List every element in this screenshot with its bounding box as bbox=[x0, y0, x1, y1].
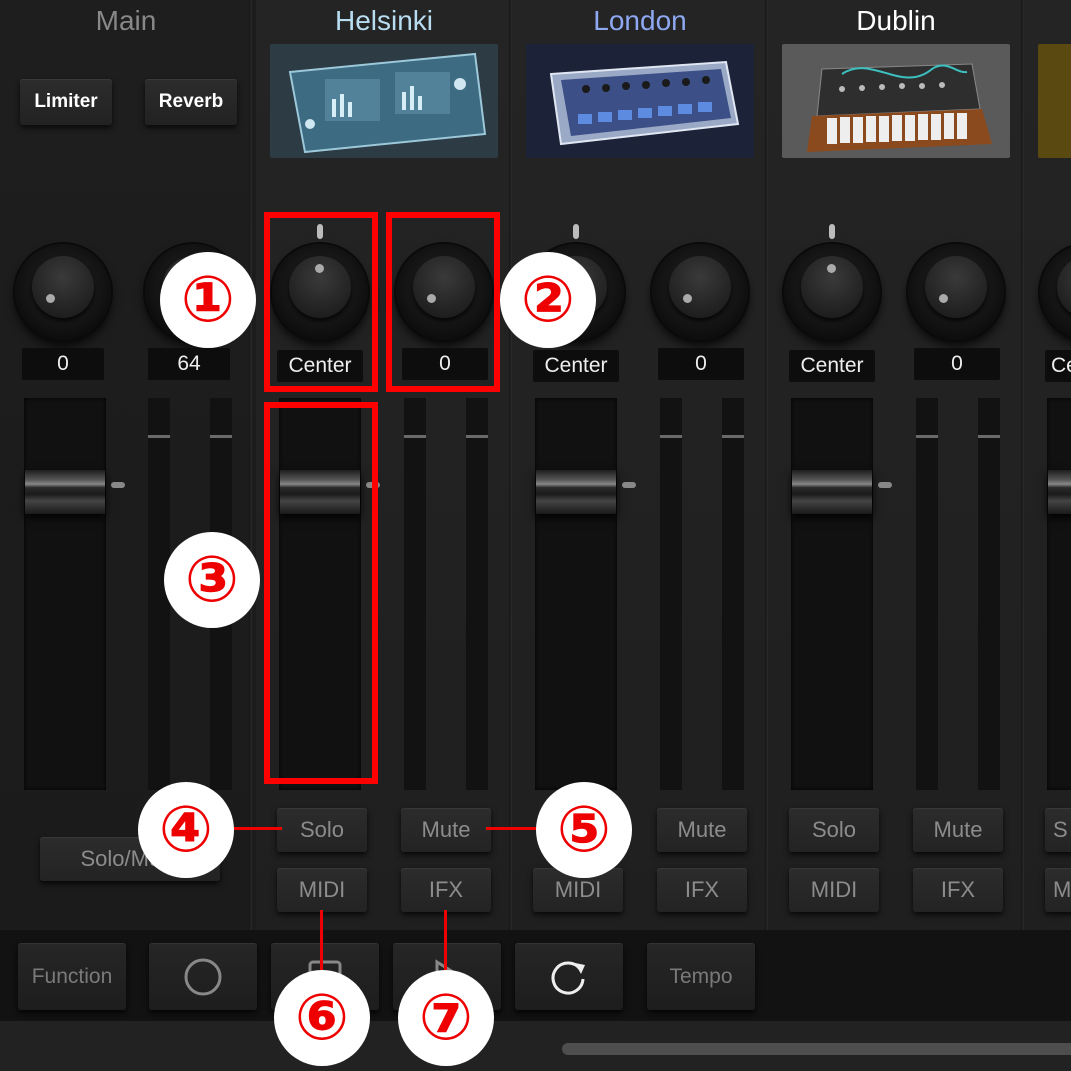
midi-button[interactable]: MIDI bbox=[277, 868, 367, 912]
main-knob-1[interactable] bbox=[15, 244, 111, 340]
volume-fader-handle[interactable] bbox=[792, 470, 872, 514]
solo-button[interactable]: Solo bbox=[277, 808, 367, 852]
pan-center-tick bbox=[829, 224, 835, 239]
solo-button[interactable]: S bbox=[1045, 808, 1071, 852]
analog-keyboard-synth-icon[interactable] bbox=[782, 44, 1010, 158]
record-button[interactable] bbox=[149, 943, 257, 1010]
drum-machine-blue-icon[interactable] bbox=[526, 44, 754, 158]
loop-refresh-icon bbox=[551, 961, 585, 995]
level-meter-right bbox=[466, 398, 488, 790]
solo-button[interactable]: Solo bbox=[789, 808, 879, 852]
volume-fader-track[interactable] bbox=[535, 398, 617, 790]
fader-level-mark bbox=[878, 482, 892, 488]
main-knob-1-value: 0 bbox=[22, 348, 104, 380]
send-value: 0 bbox=[658, 348, 744, 380]
ifx-button[interactable]: IFX bbox=[401, 868, 491, 912]
level-meter-left bbox=[404, 398, 426, 790]
main-fader-track[interactable] bbox=[24, 398, 106, 790]
mute-button[interactable]: Mute bbox=[913, 808, 1003, 852]
leader-line-6 bbox=[320, 910, 323, 970]
strip-title: London bbox=[593, 5, 687, 36]
highlight-send-knob bbox=[386, 212, 500, 392]
volume-fader-handle[interactable] bbox=[1048, 470, 1071, 514]
leader-line-5 bbox=[486, 827, 538, 830]
ifx-button[interactable]: IFX bbox=[657, 868, 747, 912]
knob-indicator bbox=[939, 294, 948, 303]
send-knob[interactable] bbox=[652, 244, 748, 340]
transport-bar: Function Tempo bbox=[0, 930, 1071, 1021]
knob-indicator bbox=[683, 294, 692, 303]
strip-london: London Center 0 Mute MIDI IFX bbox=[512, 0, 768, 930]
leader-line-7 bbox=[444, 910, 447, 970]
knob-indicator bbox=[46, 294, 55, 303]
callout-4: ④ bbox=[138, 782, 234, 878]
mute-button[interactable]: Mute bbox=[657, 808, 747, 852]
callout-3: ③ bbox=[164, 532, 260, 628]
callout-1: ① bbox=[160, 252, 256, 348]
send-value: 0 bbox=[914, 348, 1000, 380]
highlight-pan-knob bbox=[264, 212, 378, 392]
main-title: Main bbox=[95, 5, 157, 36]
ifx-button[interactable]: IFX bbox=[913, 868, 1003, 912]
limiter-button[interactable]: Limiter bbox=[20, 79, 112, 125]
midi-button[interactable]: MIDI bbox=[789, 868, 879, 912]
strip-partial: Ce S M bbox=[1024, 0, 1071, 930]
volume-fader-handle[interactable] bbox=[536, 470, 616, 514]
function-button[interactable]: Function bbox=[18, 943, 126, 1010]
pan-value: Center bbox=[789, 350, 875, 382]
callout-2: ② bbox=[500, 252, 596, 348]
callout-6: ⑥ bbox=[274, 970, 370, 1066]
loop-button[interactable] bbox=[515, 943, 623, 1010]
reverb-button[interactable]: Reverb bbox=[145, 79, 237, 125]
fader-level-mark bbox=[111, 482, 125, 488]
pan-knob[interactable] bbox=[1040, 244, 1071, 340]
knob-indicator bbox=[827, 264, 836, 273]
horizontal-scrollbar[interactable] bbox=[562, 1043, 1071, 1055]
yellow-instrument-partial-icon[interactable] bbox=[1038, 44, 1071, 158]
midi-button[interactable]: M bbox=[1045, 868, 1071, 912]
record-circle-icon bbox=[184, 958, 222, 995]
fader-level-mark bbox=[622, 482, 636, 488]
pan-knob[interactable] bbox=[784, 244, 880, 340]
highlight-volume-fader bbox=[264, 402, 378, 784]
level-meter-left bbox=[660, 398, 682, 790]
send-knob[interactable] bbox=[908, 244, 1004, 340]
tempo-button[interactable]: Tempo bbox=[647, 943, 755, 1010]
synth-panel-glass-icon[interactable] bbox=[270, 44, 498, 158]
callout-5: ⑤ bbox=[536, 782, 632, 878]
level-meter-right bbox=[978, 398, 1000, 790]
pan-value: Center bbox=[533, 350, 619, 382]
main-knob-2-value: 64 bbox=[148, 348, 230, 380]
callout-7: ⑦ bbox=[398, 970, 494, 1066]
pan-value: Ce bbox=[1045, 350, 1071, 382]
strip-title: Helsinki bbox=[334, 5, 434, 36]
strip-dublin: Dublin Center 0 Solo Mute MIDI IFX bbox=[768, 0, 1024, 930]
level-meter-left bbox=[916, 398, 938, 790]
volume-fader-track[interactable] bbox=[1047, 398, 1071, 790]
level-meter-right bbox=[722, 398, 744, 790]
pan-center-tick bbox=[573, 224, 579, 239]
volume-fader-track[interactable] bbox=[791, 398, 873, 790]
leader-line-4 bbox=[232, 827, 282, 830]
mute-button[interactable]: Mute bbox=[401, 808, 491, 852]
main-fader-handle[interactable] bbox=[25, 470, 105, 514]
strip-title: Dublin bbox=[856, 5, 936, 36]
